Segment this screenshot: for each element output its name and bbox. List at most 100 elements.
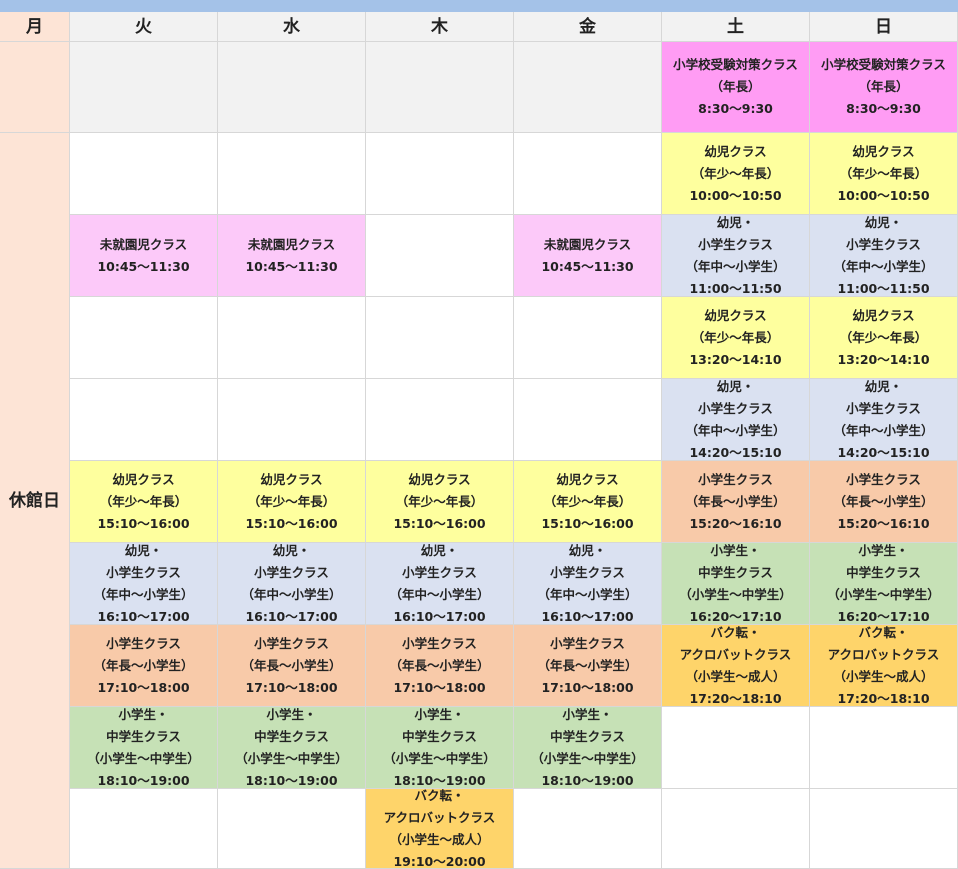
- class-cell-line: 幼児・: [272, 543, 311, 558]
- empty-cell: [366, 133, 514, 215]
- class-cell-line: 15:10～16:00: [245, 515, 338, 531]
- empty-cell: [218, 133, 366, 215]
- class-cell-line: （年長）: [858, 79, 909, 94]
- empty-cell: [662, 707, 810, 789]
- class-cell-line: 中学生クラス: [106, 728, 181, 744]
- class-cell-line: 10:45～11:30: [245, 258, 338, 274]
- class-cell-line: 小学生クラス: [106, 564, 181, 580]
- class-cell-line: 17:10～18:00: [97, 679, 190, 695]
- class-cell: 小学校受験対策クラス （年長） 8:30～9:30: [810, 42, 958, 133]
- empty-cell: [218, 42, 366, 133]
- class-cell-line: アクロバットクラス: [827, 646, 940, 662]
- class-cell-line: 17:20～18:10: [837, 690, 930, 706]
- class-cell-line: （年長）: [710, 79, 761, 94]
- class-cell-line: 15:20～16:10: [689, 515, 782, 531]
- empty-cell: [70, 789, 218, 869]
- class-cell-line: 幼児クラス: [852, 307, 915, 323]
- class-cell-line: 小学生・: [710, 543, 761, 558]
- class-cell-line: 小学生クラス: [846, 400, 921, 416]
- class-cell-line: （小学生～成人）: [389, 831, 490, 847]
- class-cell: 幼児・ 小学生クラス （年中～小学生） 11:00～11:50: [662, 215, 810, 297]
- class-cell-line: 小学生クラス: [846, 471, 921, 487]
- class-cell-line: 18:10～19:00: [541, 772, 634, 788]
- class-cell-line: 13:20～14:10: [689, 351, 782, 367]
- class-cell-line: （年中～小学生）: [93, 586, 194, 602]
- class-cell-line: 未就園児クラス: [247, 236, 336, 252]
- empty-cell: [218, 789, 366, 869]
- class-cell-line: 小学生クラス: [106, 635, 181, 651]
- class-cell: バク転・ アクロバットクラス （小学生～成人） 17:20～18:10: [810, 625, 958, 707]
- class-cell: 幼児・ 小学生クラス （年中～小学生） 11:00～11:50: [810, 215, 958, 297]
- class-cell-line: 11:00～11:50: [837, 280, 930, 296]
- day-header: 日: [810, 12, 958, 42]
- class-cell-line: （小学生～中学生）: [235, 750, 348, 766]
- class-cell: 幼児クラス （年少～年長） 13:20～14:10: [810, 297, 958, 379]
- class-cell-line: （小学生～中学生）: [827, 586, 940, 602]
- class-cell-line: 17:10～18:00: [245, 679, 338, 695]
- class-cell: 小学生クラス （年長～小学生） 15:20～16:10: [662, 461, 810, 543]
- class-cell-line: 小学生クラス: [698, 471, 773, 487]
- class-cell-line: 10:00～10:50: [837, 187, 930, 203]
- class-cell-line: 幼児クラス: [704, 143, 767, 159]
- class-cell-line: 小学生・: [414, 707, 465, 722]
- class-cell-line: 小学校受験対策クラス: [673, 57, 798, 72]
- class-cell-line: （年長～小学生）: [685, 493, 786, 509]
- empty-cell: [514, 42, 662, 133]
- class-cell-line: 14:20～15:10: [837, 444, 930, 460]
- class-cell-line: 17:20～18:10: [689, 690, 782, 706]
- class-cell-line: 15:10～16:00: [97, 515, 190, 531]
- class-cell: 幼児・ 小学生クラス （年中～小学生） 14:20～15:10: [662, 379, 810, 461]
- empty-cell: [366, 379, 514, 461]
- monday-top-cell: [0, 42, 70, 133]
- class-cell-line: 11:00～11:50: [689, 280, 782, 296]
- class-cell: バク転・ アクロバットクラス （小学生～成人） 19:10～20:00: [366, 789, 514, 869]
- class-cell: 幼児クラス （年少～年長） 15:10～16:00: [366, 461, 514, 543]
- class-cell-line: （年少～年長）: [691, 329, 780, 345]
- class-cell-line: （年中～小学生）: [685, 258, 786, 274]
- class-cell-line: （年少～年長）: [839, 165, 928, 181]
- day-header: 金: [514, 12, 662, 42]
- class-cell-line: （年中～小学生）: [537, 586, 638, 602]
- class-cell-line: 19:10～20:00: [393, 853, 486, 869]
- class-cell-line: （年長～小学生）: [833, 493, 934, 509]
- class-cell: 未就園児クラス 10:45～11:30: [70, 215, 218, 297]
- class-cell: 幼児・ 小学生クラス （年中～小学生） 14:20～15:10: [810, 379, 958, 461]
- class-cell: 幼児クラス （年少～年長） 10:00～10:50: [810, 133, 958, 215]
- class-cell: 幼児・ 小学生クラス （年中～小学生） 16:10～17:00: [366, 543, 514, 625]
- class-cell: 幼児・ 小学生クラス （年中～小学生） 16:10～17:00: [218, 543, 366, 625]
- class-cell: 小学校受験対策クラス （年長） 8:30～9:30: [662, 42, 810, 133]
- day-header: 土: [662, 12, 810, 42]
- class-cell-line: 未就園児クラス: [543, 236, 632, 252]
- empty-cell: [514, 297, 662, 379]
- class-cell-line: 小学生・: [118, 707, 169, 722]
- empty-cell: [70, 42, 218, 133]
- empty-cell: [70, 297, 218, 379]
- class-cell-line: 幼児クラス: [556, 471, 619, 487]
- class-cell-line: 17:10～18:00: [393, 679, 486, 695]
- class-cell: 未就園児クラス 10:45～11:30: [218, 215, 366, 297]
- class-cell-line: （年少～年長）: [543, 493, 632, 509]
- class-cell-line: （年少～年長）: [247, 493, 336, 509]
- class-cell-line: （年中～小学生）: [833, 258, 934, 274]
- class-cell-line: 幼児・: [568, 543, 607, 558]
- day-header: 月: [0, 12, 70, 42]
- class-cell-line: 16:10～17:00: [541, 608, 634, 624]
- class-cell-line: （年長～小学生）: [537, 657, 638, 673]
- class-cell-line: 8:30～9:30: [846, 101, 921, 116]
- class-cell: 小学生クラス （年長～小学生） 17:10～18:00: [366, 625, 514, 707]
- class-cell-line: 幼児・: [864, 215, 903, 230]
- class-cell: 未就園児クラス 10:45～11:30: [514, 215, 662, 297]
- class-cell: 小学生・ 中学生クラス （小学生～中学生） 18:10～19:00: [514, 707, 662, 789]
- class-cell-line: 18:10～19:00: [245, 772, 338, 788]
- class-cell-line: 16:20～17:10: [689, 608, 782, 624]
- class-cell-line: （小学生～中学生）: [87, 750, 200, 766]
- empty-cell: [70, 133, 218, 215]
- class-cell-line: 小学生クラス: [698, 400, 773, 416]
- class-cell-line: 中学生クラス: [402, 728, 477, 744]
- class-cell-line: 幼児クラス: [260, 471, 323, 487]
- class-cell-line: 幼児・: [420, 543, 459, 558]
- class-cell-line: 小学生クラス: [402, 635, 477, 651]
- class-cell-line: （小学生～中学生）: [531, 750, 644, 766]
- class-cell: 幼児クラス （年少～年長） 15:10～16:00: [514, 461, 662, 543]
- class-cell-line: 10:45～11:30: [97, 258, 190, 274]
